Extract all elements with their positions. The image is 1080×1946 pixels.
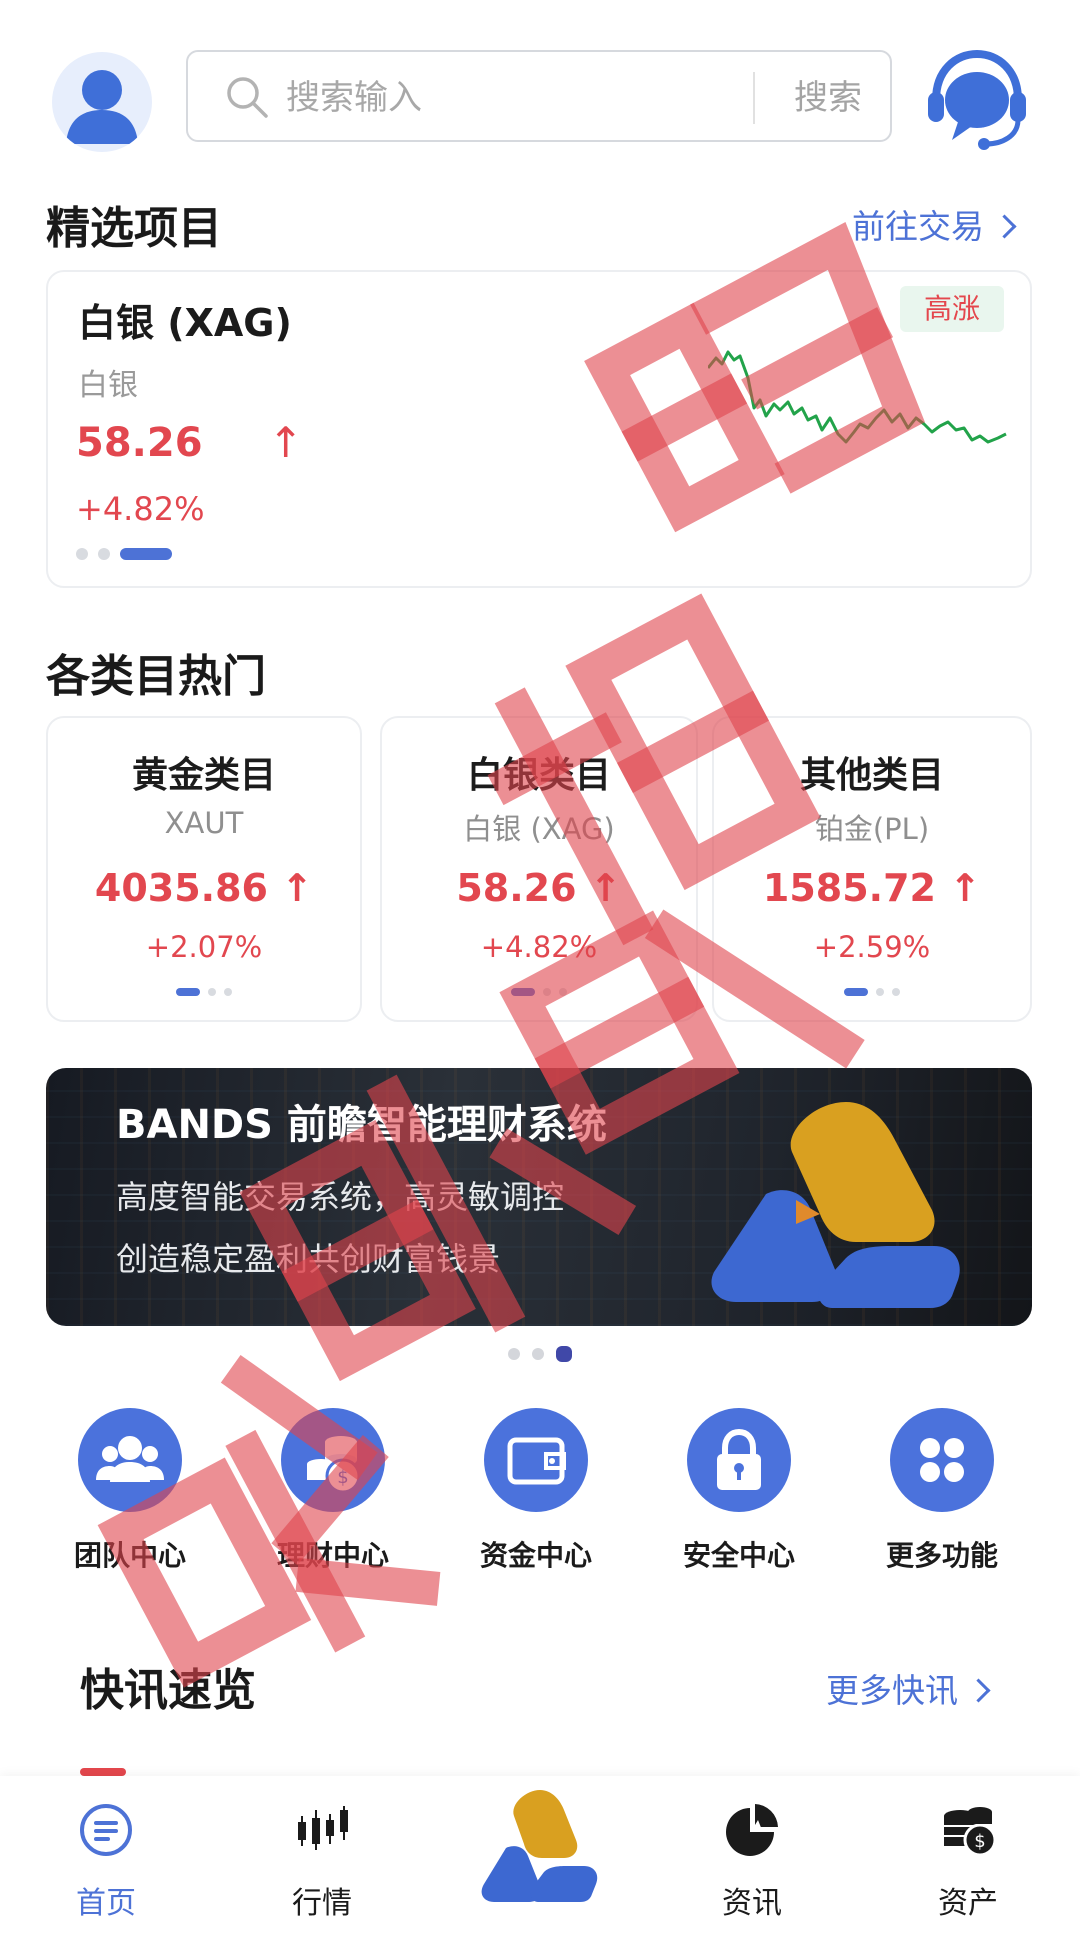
- go-trade-label: 前往交易: [852, 207, 984, 246]
- featured-card[interactable]: 白银 (XAG) 白银 58.26 ↑ +4.82% 高涨: [46, 270, 1032, 588]
- pager-dot[interactable]: [508, 1348, 520, 1360]
- more-news-link[interactable]: 更多快讯: [826, 1664, 991, 1712]
- user-avatar[interactable]: [52, 52, 152, 152]
- category-symbol: 铂金(PL): [814, 812, 930, 846]
- search-icon: [227, 77, 268, 118]
- pager-dot-active[interactable]: [120, 548, 172, 560]
- search-divider: [753, 72, 755, 124]
- news-indicator: [80, 1768, 126, 1776]
- tab-news[interactable]: 资讯: [682, 1800, 822, 1922]
- pager-dot-active: [844, 988, 868, 996]
- featured-sub: 白银: [78, 368, 138, 403]
- svg-text:$: $: [337, 1467, 348, 1488]
- pager-dot[interactable]: [98, 548, 110, 560]
- coin-stack-icon: $: [944, 1807, 997, 1857]
- category-pager: [382, 988, 696, 996]
- tab-label: 资讯: [722, 1886, 782, 1921]
- pager-dot[interactable]: [76, 548, 88, 560]
- pager-dot[interactable]: [532, 1348, 544, 1360]
- feature-finance-center[interactable]: $ 理财中心: [258, 1408, 408, 1574]
- category-card-gold[interactable]: 黄金类目 XAUT 4035.86 ↑ +2.07%: [46, 716, 362, 1022]
- category-symbol: XAUT: [164, 806, 244, 840]
- category-change: +2.07%: [145, 930, 263, 964]
- category-change: +4.82%: [480, 930, 598, 964]
- category-price: 58.26 ↑: [456, 866, 622, 910]
- feature-label: 团队中心: [73, 1539, 186, 1572]
- pager-dot: [208, 988, 216, 996]
- chevron-right-icon: [992, 214, 1017, 239]
- category-name: 黄金类目: [131, 755, 276, 796]
- coins-icon: $: [281, 1408, 385, 1512]
- search-button[interactable]: 搜索: [773, 70, 883, 126]
- feature-security-center[interactable]: 安全中心: [664, 1408, 814, 1574]
- center-logo-icon[interactable]: [480, 1786, 600, 1904]
- tab-market[interactable]: 行情: [252, 1800, 392, 1922]
- category-symbol: 白银 (XAG): [463, 812, 615, 846]
- candlestick-icon: [298, 1806, 348, 1850]
- search-input[interactable]: [284, 70, 818, 126]
- featured-name: 白银 (XAG): [78, 301, 292, 345]
- grid-dots-icon: [890, 1408, 994, 1512]
- sparkline-chart: [708, 350, 1007, 444]
- category-pager: [48, 988, 360, 996]
- banner-line-2: 创造稳定盈利共创财富钱景: [116, 1240, 501, 1278]
- home-list-icon: [80, 1804, 132, 1856]
- bottom-tab-bar: 首页 行情 资讯 $ 资产: [0, 1776, 1080, 1946]
- pager-dot: [892, 988, 900, 996]
- pager-dot: [876, 988, 884, 996]
- customer-service-button[interactable]: [922, 44, 1032, 154]
- user-icon: [66, 70, 138, 144]
- category-card-other[interactable]: 其他类目 铂金(PL) 1585.72 ↑ +2.59%: [712, 716, 1032, 1022]
- tab-home[interactable]: 首页: [36, 1800, 176, 1922]
- category-price: 1585.72 ↑: [762, 866, 982, 910]
- category-name: 其他类目: [799, 755, 944, 796]
- pager-dot-active: [176, 988, 200, 996]
- feature-label: 更多功能: [885, 1539, 998, 1572]
- lock-icon: [687, 1408, 791, 1512]
- banner-title: BANDS 前瞻智能理财系统: [116, 1102, 607, 1148]
- tab-label: 资产: [938, 1886, 998, 1921]
- team-icon: [78, 1408, 182, 1512]
- more-news-label: 更多快讯: [826, 1671, 958, 1710]
- featured-change: +4.82%: [76, 490, 205, 528]
- category-card-silver[interactable]: 白银类目 白银 (XAG) 58.26 ↑ +4.82%: [380, 716, 698, 1022]
- feature-label: 安全中心: [682, 1539, 795, 1572]
- category-pager: [714, 988, 1030, 996]
- search-bar[interactable]: 搜索: [186, 50, 892, 142]
- category-name: 白银类目: [466, 755, 611, 796]
- promo-banner[interactable]: BANDS 前瞻智能理财系统 高度智能交易系统，高灵敏调控 创造稳定盈利共创财富…: [46, 1068, 1032, 1326]
- featured-section-title: 精选项目: [46, 203, 222, 254]
- chevron-right-icon: [966, 1678, 991, 1703]
- svg-text:$: $: [974, 1831, 985, 1852]
- headset-icon: [928, 49, 1026, 150]
- pager-dot: [559, 988, 567, 996]
- pie-chart-icon: [726, 1804, 778, 1856]
- featured-price: 58.26: [76, 420, 203, 466]
- feature-team-center[interactable]: 团队中心: [55, 1408, 205, 1574]
- pager-dot-active: [511, 988, 535, 996]
- up-arrow-icon: ↑: [268, 418, 304, 467]
- wallet-icon: [484, 1408, 588, 1512]
- feature-more[interactable]: 更多功能: [867, 1408, 1017, 1574]
- bands-logo-icon: [711, 1102, 960, 1308]
- feature-fund-center[interactable]: 资金中心: [461, 1408, 611, 1574]
- pager-dot: [543, 988, 551, 996]
- pager-dot-active[interactable]: [556, 1346, 572, 1362]
- featured-pager: [76, 548, 172, 560]
- feature-label: 资金中心: [479, 1539, 592, 1572]
- banner-line-1: 高度智能交易系统，高灵敏调控: [116, 1178, 565, 1216]
- categories-section-title: 各类目热门: [46, 651, 266, 702]
- trend-badge: 高涨: [900, 286, 1004, 332]
- tab-label: 行情: [292, 1886, 352, 1921]
- go-trade-link[interactable]: 前往交易: [852, 200, 1017, 248]
- pager-dot: [224, 988, 232, 996]
- tab-label: 首页: [76, 1886, 136, 1921]
- tab-assets[interactable]: $ 资产: [898, 1800, 1038, 1922]
- news-section-title: 快讯速览: [80, 1665, 256, 1716]
- category-change: +2.59%: [813, 930, 931, 964]
- feature-label: 理财中心: [276, 1539, 389, 1572]
- category-price: 4035.86 ↑: [94, 866, 314, 910]
- banner-pager: [0, 1346, 1080, 1362]
